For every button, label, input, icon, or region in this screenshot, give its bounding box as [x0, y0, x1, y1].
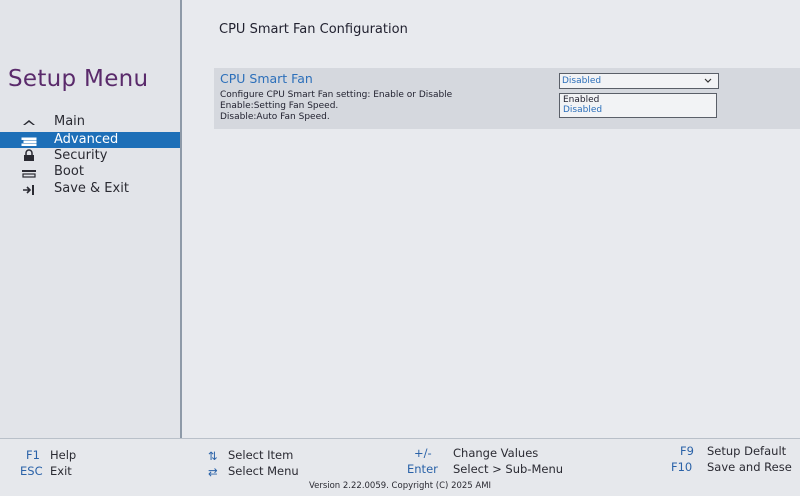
nav-item-label: Advanced	[54, 132, 119, 147]
key-desc-setup-default: Setup Default	[707, 444, 787, 458]
lock-icon	[20, 148, 38, 164]
arrows-updown-icon: ⇅	[208, 449, 218, 463]
home-icon	[20, 114, 38, 130]
nav-item-label: Boot	[54, 164, 84, 179]
key-f9: F9	[680, 444, 694, 458]
key-desc-change-values: Change Values	[453, 446, 539, 460]
key-enter: Enter	[407, 462, 438, 476]
nav-item-boot[interactable]: Boot	[0, 164, 180, 180]
dropdown-value: Disabled	[562, 76, 602, 86]
sidebar: Setup Menu Main Advanced Security Boot S…	[0, 0, 182, 438]
menu-title: Setup Menu	[8, 66, 149, 92]
arrows-leftright-icon: ⇄	[208, 465, 218, 479]
option-disabled[interactable]: Disabled	[563, 105, 602, 116]
setting-row-cpu-smart-fan[interactable]: CPU Smart Fan Configure CPU Smart Fan se…	[214, 68, 800, 129]
boot-icon	[20, 164, 38, 180]
nav-item-save-exit[interactable]: Save & Exit	[0, 181, 180, 197]
key-desc-sub-menu: Select > Sub-Menu	[453, 462, 564, 476]
setting-value-dropdown[interactable]: Disabled	[559, 73, 719, 89]
nav-item-advanced[interactable]: Advanced	[0, 132, 180, 148]
key-desc-select-item: Select Item	[228, 448, 294, 462]
key-f10: F10	[671, 460, 693, 474]
options-list: Enabled Disabled	[559, 93, 717, 118]
main-panel: CPU Smart Fan Configuration CPU Smart Fa…	[182, 0, 800, 438]
version-text: Version 2.22.0059. Copyright (C) 2025 AM…	[308, 481, 492, 491]
nav-item-label: Security	[54, 148, 108, 163]
nav-item-security[interactable]: Security	[0, 148, 180, 164]
nav-item-label: Main	[54, 114, 86, 129]
key-desc-exit: Exit	[50, 464, 72, 478]
advanced-icon	[20, 132, 38, 148]
help-text-line: Enable:Setting Fan Speed.	[220, 101, 339, 111]
nav-item-main[interactable]: Main	[0, 114, 180, 130]
key-f1: F1	[26, 448, 40, 462]
key-desc-select-menu: Select Menu	[228, 464, 299, 478]
nav-item-label: Save & Exit	[54, 181, 129, 196]
exit-icon	[20, 181, 38, 197]
key-desc-help: Help	[50, 448, 77, 462]
key-plus-minus: +/-	[414, 446, 432, 460]
page-title: CPU Smart Fan Configuration	[219, 22, 408, 37]
key-esc: ESC	[20, 464, 43, 478]
help-text-line: Configure CPU Smart Fan setting: Enable …	[220, 90, 453, 100]
setting-label: CPU Smart Fan	[220, 71, 313, 86]
chevron-down-icon	[704, 74, 712, 93]
key-desc-save-reset: Save and Rese	[707, 460, 792, 474]
help-text-line: Disable:Auto Fan Speed.	[220, 112, 330, 122]
